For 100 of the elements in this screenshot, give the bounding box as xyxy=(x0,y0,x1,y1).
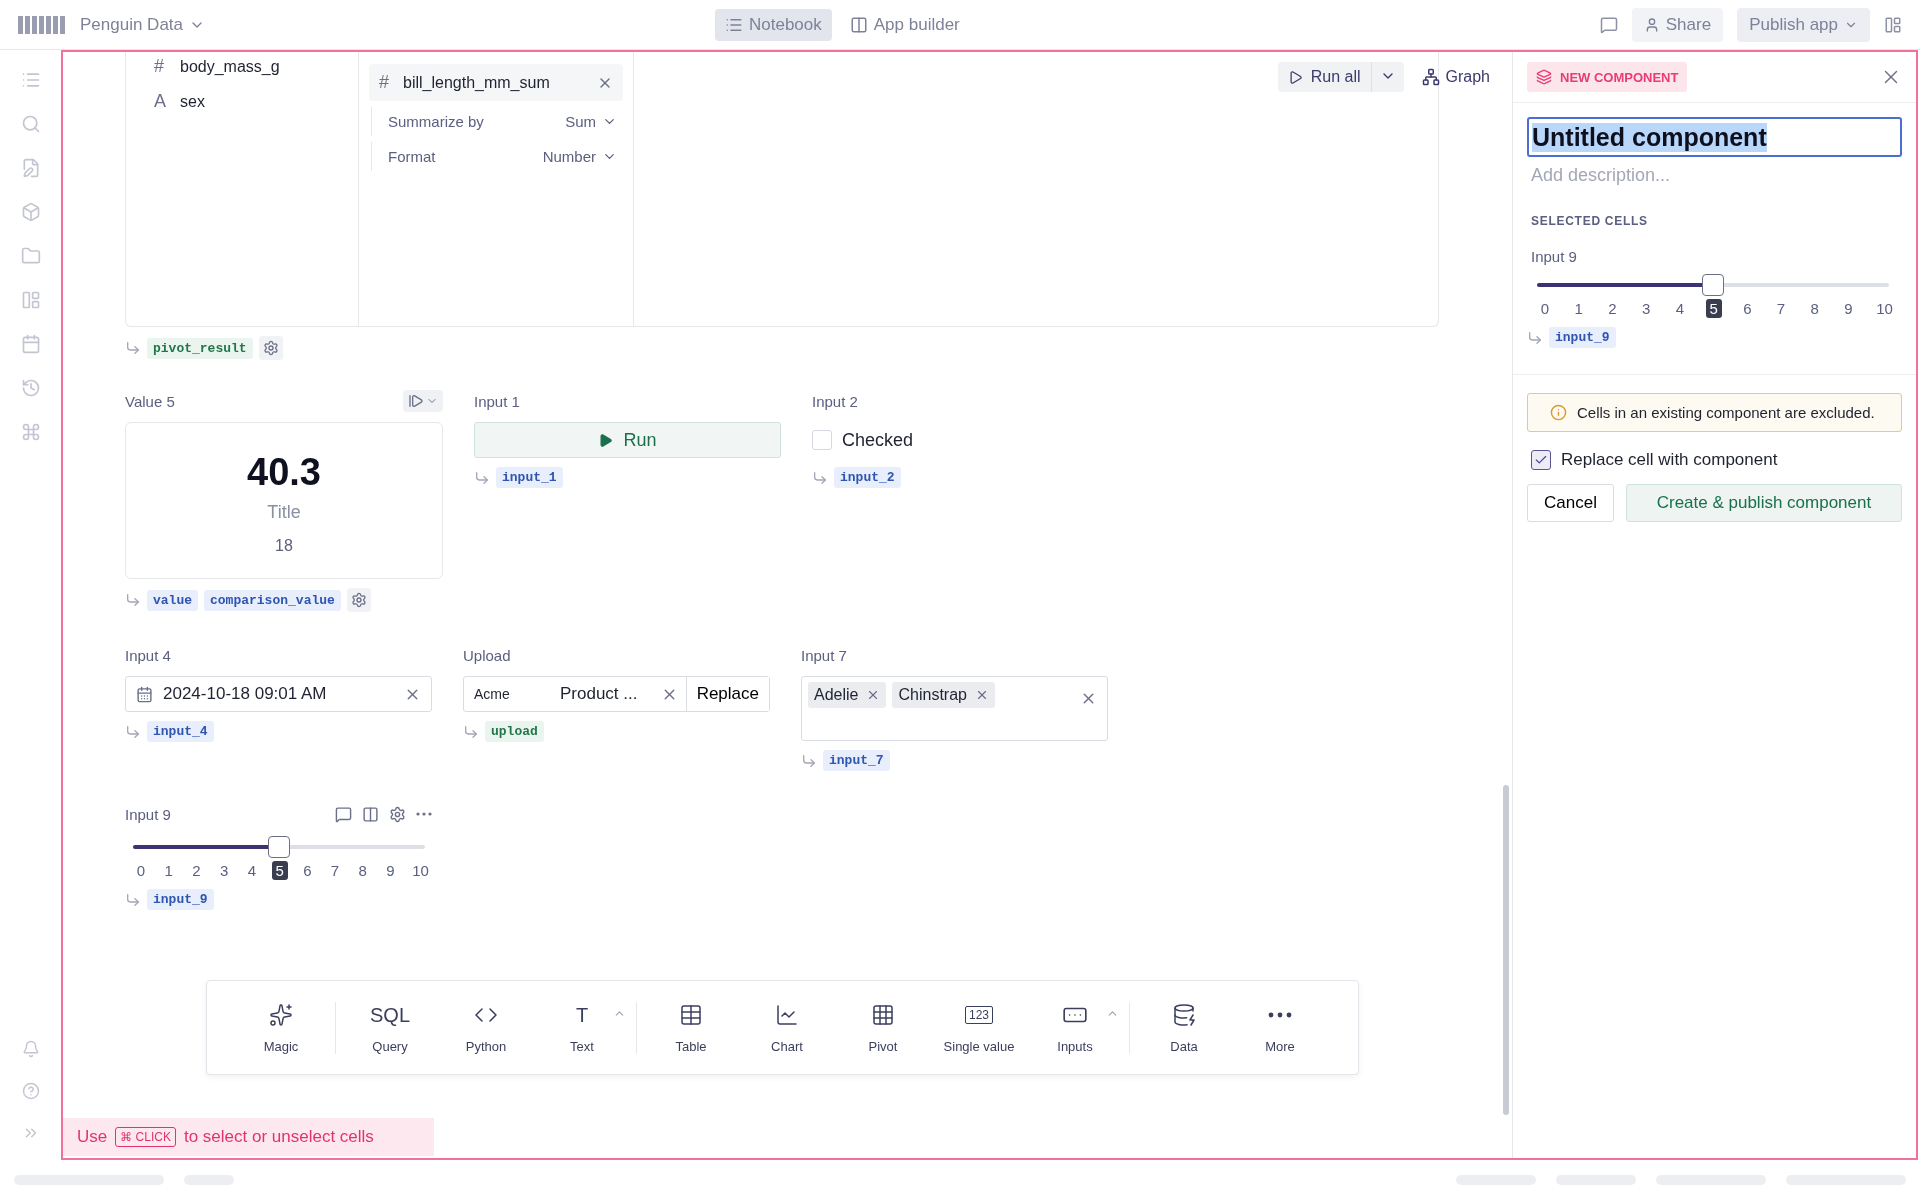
output-arrow-icon xyxy=(474,469,490,486)
output-variable-tag[interactable]: input_9 xyxy=(1549,327,1616,348)
upload-field[interactable]: Acme Product ... Replace xyxy=(463,676,770,712)
output-arrow-icon xyxy=(801,752,817,769)
add-cell-button[interactable]: Inputs xyxy=(1027,1001,1123,1054)
slider-tick-label: 7 xyxy=(1775,299,1787,318)
output-variable-tag[interactable]: input_7 xyxy=(823,750,890,771)
slider-tick-label: 8 xyxy=(357,861,368,880)
slider[interactable] xyxy=(133,835,425,859)
slider-tick-label: 6 xyxy=(302,861,313,880)
play-icon xyxy=(1287,69,1303,85)
keyboard-shortcut: ⌘ CLICK xyxy=(115,1127,176,1147)
output-variable-tag[interactable]: input_2 xyxy=(834,467,901,488)
add-cell-button[interactable]: Table xyxy=(643,1001,739,1054)
slider-tick-label: 4 xyxy=(246,861,258,880)
output-arrow-icon xyxy=(125,592,141,608)
run-button[interactable]: Run xyxy=(474,422,781,458)
add-cell-button[interactable]: Chart xyxy=(739,1001,835,1054)
comment-icon[interactable] xyxy=(335,805,352,823)
option-dropdown[interactable]: Number xyxy=(542,148,617,165)
replace-button[interactable]: Replace xyxy=(685,677,769,711)
cancel-button[interactable]: Cancel xyxy=(1527,484,1614,522)
cell-label: Input 2 xyxy=(812,392,858,410)
graph-button[interactable]: Graph xyxy=(1417,64,1494,90)
more-icon xyxy=(1268,1012,1292,1018)
comparison-value: 18 xyxy=(275,537,293,555)
selected-option-chip[interactable]: Chinstrap xyxy=(892,682,995,708)
value-title: Title xyxy=(267,502,301,523)
sparkle-icon xyxy=(269,1003,293,1027)
add-cell-button[interactable]: Python xyxy=(438,1001,534,1054)
cube-icon[interactable] xyxy=(20,202,41,222)
layout-icon xyxy=(849,15,868,34)
slider-tick-label: 9 xyxy=(1843,299,1854,318)
option-dropdown[interactable]: Sum xyxy=(565,113,617,130)
field-name[interactable]: body_mass_g xyxy=(180,57,280,76)
settings-button[interactable] xyxy=(346,588,371,612)
share-button[interactable]: Share xyxy=(1631,7,1724,42)
output-variable-tag[interactable]: upload xyxy=(485,721,544,742)
help-icon[interactable] xyxy=(21,1082,40,1100)
component-title-field[interactable]: Untitled component xyxy=(1527,117,1902,157)
field-type-glyph: A xyxy=(154,91,167,112)
database-icon xyxy=(1172,1003,1196,1027)
add-cell-button[interactable]: SQL Query xyxy=(342,1001,438,1054)
tool-glyph: SQL xyxy=(370,1003,410,1027)
logo-icon[interactable] xyxy=(18,15,66,34)
view-tab[interactable]: App builder xyxy=(839,8,970,41)
more-icon xyxy=(416,812,432,816)
slider-tick-label: 9 xyxy=(385,861,396,880)
slider-tick-label: 0 xyxy=(1539,299,1551,318)
slider[interactable] xyxy=(1537,273,1889,297)
slider-thumb[interactable] xyxy=(1702,274,1724,296)
checkbox[interactable] xyxy=(1531,450,1551,470)
slider-tick-label: 2 xyxy=(191,861,202,880)
section-heading: SELECTED CELLS xyxy=(1531,214,1649,228)
cell-label: Input 9 xyxy=(1531,248,1578,265)
comment-icon[interactable] xyxy=(1599,15,1618,34)
play-icon xyxy=(598,432,614,448)
slider-tick-label: 3 xyxy=(1641,299,1652,318)
run-mode-button[interactable] xyxy=(403,390,443,412)
add-cell-button[interactable]: Data xyxy=(1136,1001,1232,1054)
settings-icon[interactable] xyxy=(389,805,406,823)
multiselect-field[interactable]: Adelie Chinstrap xyxy=(801,676,1108,741)
output-arrow-icon xyxy=(125,891,141,908)
value-chip[interactable]: # bill_length_mm_sum xyxy=(369,64,623,101)
search-icon[interactable] xyxy=(20,114,41,134)
add-cell-button[interactable]: T Text xyxy=(534,1001,630,1054)
selected-option-chip[interactable]: Adelie xyxy=(808,682,887,708)
create-publish-button[interactable]: Create & publish component xyxy=(1625,484,1902,522)
slider-tick-label: 5 xyxy=(1705,299,1722,318)
project-title[interactable]: Penguin Data xyxy=(80,14,206,35)
calendar-icon[interactable] xyxy=(20,334,41,354)
output-variable-tag[interactable]: input_4 xyxy=(147,721,214,742)
slider-tick-label: 8 xyxy=(1809,299,1820,318)
list-icon[interactable] xyxy=(20,70,41,90)
output-variable-tag[interactable]: pivot_result xyxy=(147,337,253,359)
output-variable-tag[interactable]: value xyxy=(147,589,198,611)
date-field[interactable]: 2024-10-18 09:01 AM xyxy=(125,676,432,712)
slider-thumb[interactable] xyxy=(268,836,290,858)
step-forward-icon xyxy=(408,393,424,409)
bell-icon[interactable] xyxy=(21,1040,40,1058)
number-badge-icon: 123 xyxy=(965,1006,993,1024)
field-name[interactable]: sex xyxy=(180,92,205,111)
layout-icon[interactable] xyxy=(362,805,379,823)
add-cell-button[interactable]: Magic xyxy=(233,1001,329,1054)
add-cell-button[interactable]: 123 Single value xyxy=(931,1001,1027,1054)
graph-icon xyxy=(1421,68,1440,86)
add-cell-button[interactable]: More xyxy=(1232,1001,1328,1054)
add-cell-button[interactable]: Pivot xyxy=(835,1001,931,1054)
command-icon[interactable] xyxy=(20,422,41,442)
output-variable-tag[interactable]: comparison_value xyxy=(204,589,341,611)
scrollbar-thumb[interactable] xyxy=(1503,785,1509,1115)
folder-icon[interactable] xyxy=(20,246,41,266)
history-icon[interactable] xyxy=(20,378,41,398)
cell-label: Input 4 xyxy=(125,646,171,664)
settings-button[interactable] xyxy=(258,336,283,360)
cell-label: Upload xyxy=(463,646,511,664)
output-variable-tag[interactable]: input_9 xyxy=(147,889,214,910)
output-variable-tag[interactable]: input_1 xyxy=(496,467,563,488)
panel-icon[interactable] xyxy=(20,290,41,310)
panel-icon[interactable] xyxy=(1884,15,1902,34)
